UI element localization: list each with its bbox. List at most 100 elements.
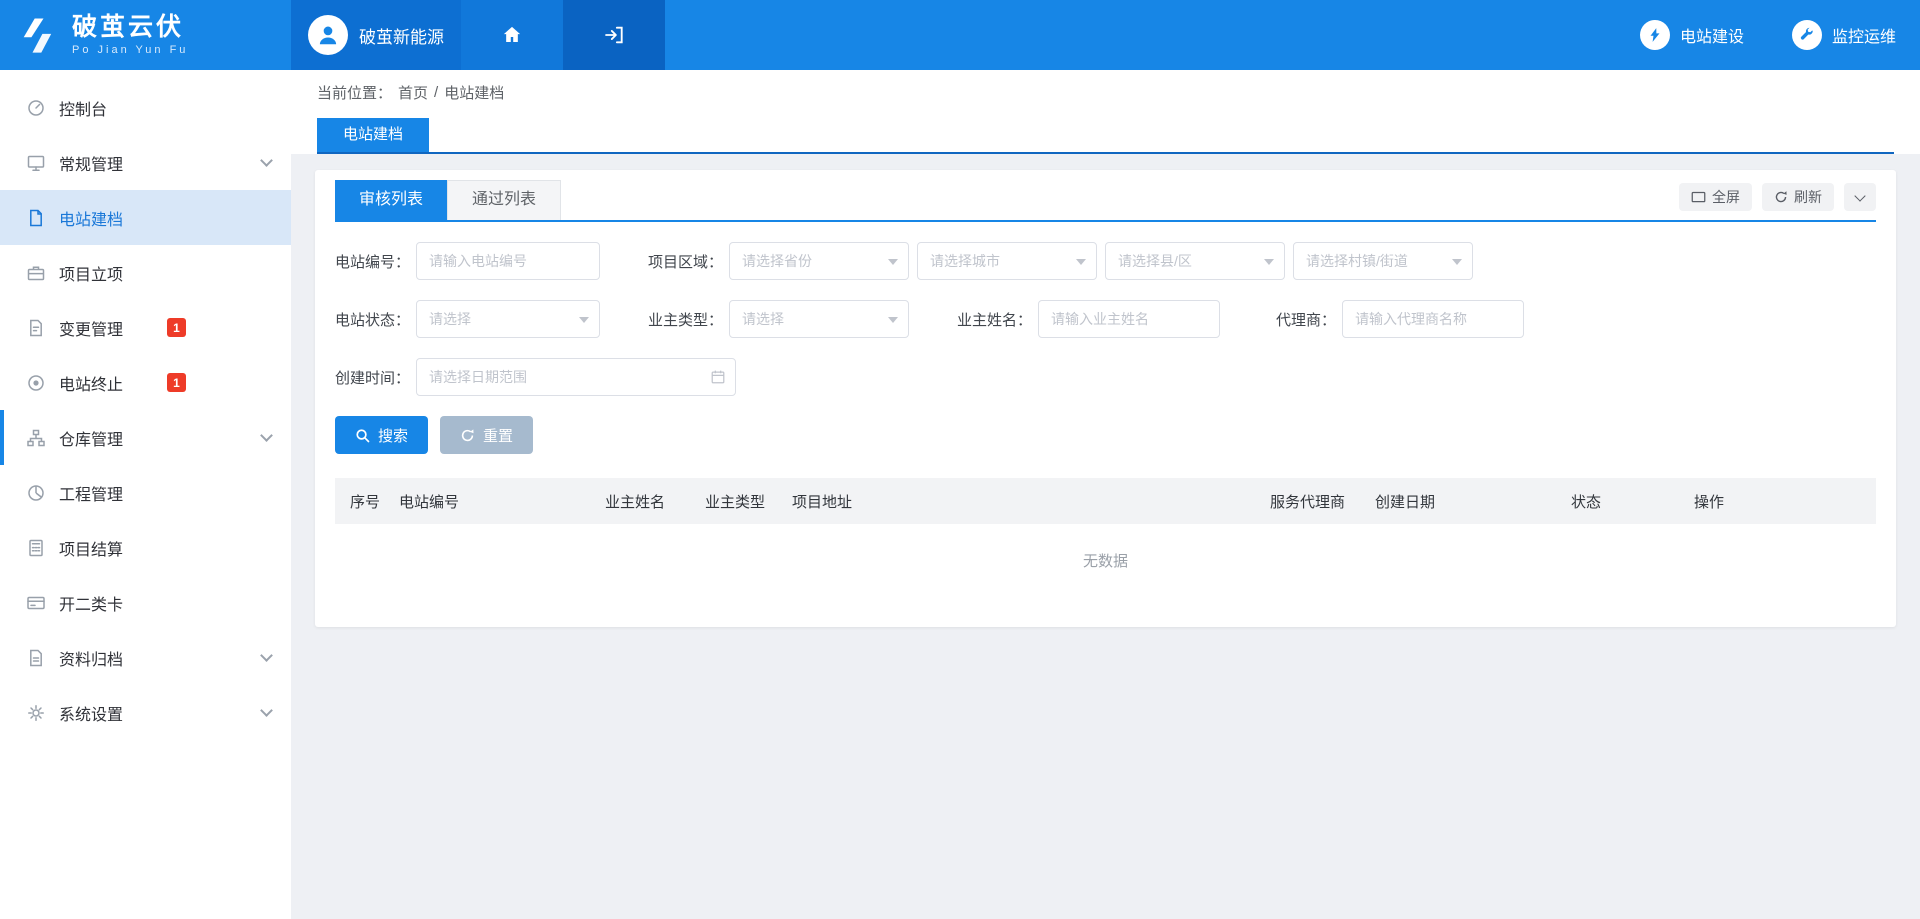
tab-passed-list[interactable]: 通过列表 (447, 180, 561, 220)
col-status: 状态 (1571, 491, 1694, 512)
select-caret-icon (579, 317, 589, 323)
chevron-down-icon (260, 154, 273, 167)
fullscreen-button[interactable]: 全屏 (1679, 183, 1752, 211)
sitemap-icon (26, 428, 46, 448)
logo-icon (16, 13, 60, 57)
file-edit-icon (26, 318, 46, 338)
header-nav: 电站建设 监控运维 (1640, 0, 1920, 70)
search-button[interactable]: 搜索 (335, 416, 428, 454)
chart-pie-icon (26, 483, 46, 503)
content: 审核列表 通过列表 全屏 (291, 154, 1920, 919)
sidebar-item-label: 控制台 (59, 96, 107, 120)
district-select[interactable]: 请选择县/区 (1105, 242, 1285, 280)
home-button[interactable] (461, 0, 563, 70)
page-tab-strip: 电站建档 (291, 114, 1920, 154)
sidebar-item-engineering-mgmt[interactable]: 工程管理 (0, 465, 291, 520)
col-created-date: 创建日期 (1375, 491, 1571, 512)
nav-station-build[interactable]: 电站建设 (1640, 20, 1744, 50)
body: 控制台 常规管理 电站建档 (0, 70, 1920, 919)
station-no-input[interactable] (416, 242, 600, 280)
nav-monitor-ops[interactable]: 监控运维 (1792, 20, 1896, 50)
select-caret-icon (888, 317, 898, 323)
filter-actions: 搜索 重置 (335, 416, 1876, 454)
city-select[interactable]: 请选择城市 (917, 242, 1097, 280)
sidebar-item-system-settings[interactable]: 系统设置 (0, 685, 291, 740)
sidebar-item-type2-card[interactable]: 开二类卡 (0, 575, 291, 630)
select-caret-icon (1076, 259, 1086, 265)
login-arrow-icon (603, 24, 625, 46)
briefcase-icon (26, 263, 46, 283)
refresh-button[interactable]: 刷新 (1762, 183, 1834, 211)
company-name: 破茧新能源 (359, 23, 444, 48)
sidebar-item-label: 工程管理 (59, 481, 123, 505)
sidebar-item-project-settlement[interactable]: 项目结算 (0, 520, 291, 575)
sidebar-item-label: 项目立项 (59, 261, 123, 285)
sidebar-item-general-mgmt[interactable]: 常规管理 (0, 135, 291, 190)
document-icon (26, 648, 46, 668)
panel-toolbar: 全屏 刷新 (1679, 183, 1876, 217)
date-range-input[interactable] (416, 358, 736, 396)
province-select[interactable]: 请选择省份 (729, 242, 909, 280)
refresh-icon (1774, 190, 1788, 204)
reset-button[interactable]: 重置 (440, 416, 533, 454)
agent-input[interactable] (1342, 300, 1524, 338)
sidebar-item-data-archive[interactable]: 资料归档 (0, 630, 291, 685)
collapse-button[interactable] (1844, 183, 1876, 211)
breadcrumb: 当前位置： 首页 / 电站建档 (291, 70, 1920, 114)
col-operate: 操作 (1694, 491, 1876, 512)
reset-icon (460, 428, 475, 443)
app-root: 破茧云伏 Po Jian Yun Fu 破茧新能源 (0, 0, 1920, 919)
owner-name-input[interactable] (1038, 300, 1220, 338)
select-caret-icon (1264, 259, 1274, 265)
exit-button[interactable] (563, 0, 665, 70)
filter-form: 电站编号： 项目区域： 请选择省份 请选择城市 (335, 242, 1876, 396)
page-tab-station-archive[interactable]: 电站建档 (317, 118, 429, 152)
filter-row-3: 创建时间： (335, 358, 1876, 396)
sidebar-item-label: 变更管理 (59, 316, 123, 340)
calendar-icon (710, 369, 726, 385)
logo: 破茧云伏 Po Jian Yun Fu (0, 0, 291, 70)
sidebar-item-label: 项目结算 (59, 536, 123, 560)
station-status-select[interactable]: 请选择 (416, 300, 600, 338)
sidebar-item-station-archive[interactable]: 电站建档 (0, 190, 291, 245)
sidebar: 控制台 常规管理 电站建档 (0, 70, 291, 919)
sidebar-item-project-initiation[interactable]: 项目立项 (0, 245, 291, 300)
panel-card: 审核列表 通过列表 全屏 (315, 170, 1896, 627)
select-caret-icon (888, 259, 898, 265)
monitor-icon (26, 153, 46, 173)
owner-type-select[interactable]: 请选择 (729, 300, 909, 338)
user-menu[interactable]: 破茧新能源 (291, 0, 461, 70)
wrench-icon (1792, 20, 1822, 50)
search-label: 搜索 (378, 425, 408, 446)
reset-label: 重置 (483, 425, 513, 446)
calculator-icon (26, 538, 46, 558)
dashboard-icon (26, 98, 46, 118)
gear-icon (26, 703, 46, 723)
created-time-label: 创建时间： (335, 367, 410, 388)
sidebar-item-warehouse-mgmt[interactable]: 仓库管理 (0, 410, 291, 465)
chevron-down-icon (1854, 190, 1865, 201)
sidebar-item-dashboard[interactable]: 控制台 (0, 80, 291, 135)
empty-text: 无数据 (335, 524, 1876, 597)
town-select[interactable]: 请选择村镇/街道 (1293, 242, 1473, 280)
stop-circle-icon (26, 373, 46, 393)
sidebar-item-label: 资料归档 (59, 646, 123, 670)
change-mgmt-badge: 1 (167, 318, 186, 337)
table-header: 序号 电站编号 业主姓名 业主类型 项目地址 服务代理商 创建日期 状态 操作 (335, 478, 1876, 524)
sidebar-item-label: 常规管理 (59, 151, 123, 175)
station-status-label: 电站状态： (335, 309, 410, 330)
tab-review-list[interactable]: 审核列表 (335, 180, 447, 220)
logo-subtitle: Po Jian Yun Fu (72, 44, 188, 56)
top-header: 破茧云伏 Po Jian Yun Fu 破茧新能源 (0, 0, 1920, 70)
search-icon (355, 428, 370, 443)
sidebar-item-change-mgmt[interactable]: 变更管理 1 (0, 300, 291, 355)
sidebar-item-station-termination[interactable]: 电站终止 1 (0, 355, 291, 410)
col-index: 序号 (335, 491, 399, 512)
breadcrumb-home[interactable]: 首页 (398, 82, 428, 103)
breadcrumb-prefix: 当前位置： (317, 82, 392, 103)
station-no-label: 电站编号： (335, 251, 410, 272)
agent-label: 代理商： (1276, 309, 1336, 330)
main-area: 当前位置： 首页 / 电站建档 电站建档 审核列表 通过列表 (291, 70, 1920, 919)
breadcrumb-current[interactable]: 电站建档 (444, 82, 504, 103)
owner-name-label: 业主姓名： (957, 309, 1032, 330)
